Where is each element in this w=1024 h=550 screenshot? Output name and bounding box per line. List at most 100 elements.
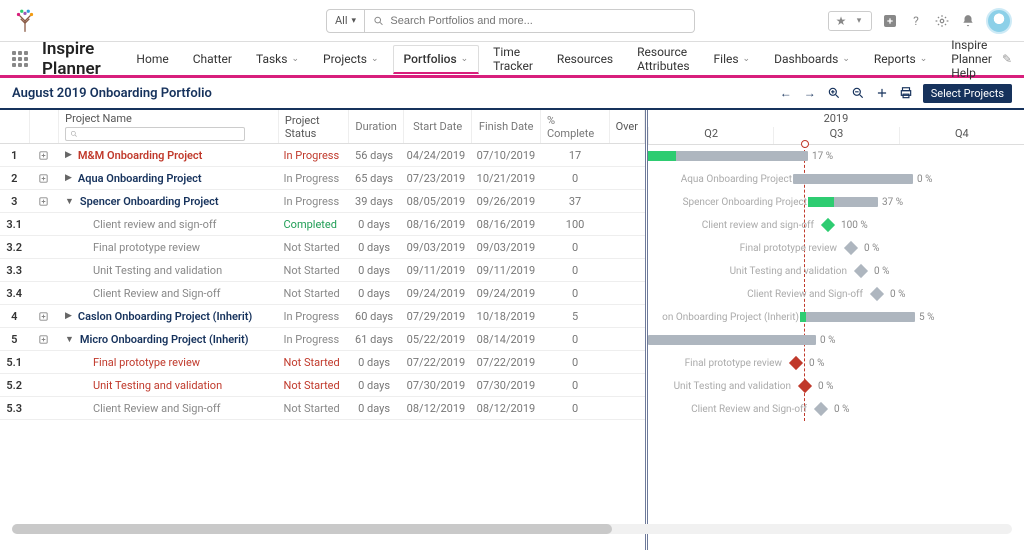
milestone-diamond-icon[interactable]: [814, 402, 828, 416]
user-avatar[interactable]: [986, 8, 1012, 34]
table-row[interactable]: 3▼Spencer Onboarding ProjectIn Progress3…: [0, 190, 645, 213]
row-name[interactable]: Client Review and Sign-off: [59, 287, 278, 300]
nav-tab-chatter[interactable]: Chatter: [183, 46, 242, 72]
col-duration[interactable]: Duration: [349, 110, 403, 143]
milestone-diamond-icon[interactable]: [798, 379, 812, 393]
search-scope-dropdown[interactable]: All ▾: [326, 9, 365, 33]
row-name[interactable]: Final prototype review: [59, 241, 278, 254]
milestone-diamond-icon[interactable]: [870, 287, 884, 301]
col-project-name[interactable]: Project Name: [59, 110, 279, 143]
gantt-row: Unit Testing and validation0 %: [648, 375, 1024, 398]
table-row[interactable]: 5.1Final prototype reviewNot Started0 da…: [0, 351, 645, 374]
name-filter-input[interactable]: [65, 127, 245, 141]
gantt-pct: 0 %: [820, 335, 835, 346]
gantt-bar[interactable]: [800, 312, 915, 322]
nav-tab-time-tracker[interactable]: Time Tracker: [483, 39, 543, 79]
expand-row-button[interactable]: [29, 173, 58, 184]
row-name[interactable]: Client review and sign-off: [59, 218, 278, 231]
favorites-button[interactable]: ★ ▾: [828, 11, 872, 31]
col-overallocation[interactable]: Over: [610, 110, 645, 143]
select-projects-button[interactable]: Select Projects: [923, 84, 1012, 103]
global-search[interactable]: [365, 9, 695, 33]
table-row[interactable]: 5▼Micro Onboarding Project (Inherit)In P…: [0, 328, 645, 351]
app-launcher-icon[interactable]: [12, 51, 28, 67]
add-icon[interactable]: [882, 13, 898, 29]
col-status[interactable]: Project Status: [279, 110, 350, 143]
milestone-diamond-icon[interactable]: [821, 218, 835, 232]
toggle-icon[interactable]: ▼: [65, 334, 74, 345]
nav-tab-resource-attributes[interactable]: Resource Attributes: [627, 39, 699, 79]
nav-tab-resources[interactable]: Resources: [547, 46, 623, 72]
gantt-pct: 37 %: [882, 197, 903, 208]
row-name[interactable]: ▶Aqua Onboarding Project: [59, 172, 278, 185]
expand-row-button[interactable]: [29, 150, 58, 161]
row-name[interactable]: Client Review and Sign-off: [59, 402, 278, 415]
edit-nav-icon[interactable]: ✎: [1002, 52, 1012, 66]
milestone-diamond-icon[interactable]: [789, 356, 803, 370]
toggle-icon[interactable]: ▶: [65, 311, 72, 321]
milestone-diamond-icon[interactable]: [854, 264, 868, 278]
table-row[interactable]: 3.3Unit Testing and validationNot Starte…: [0, 259, 645, 282]
row-name[interactable]: Final prototype review: [59, 356, 278, 369]
gantt-bar[interactable]: [648, 335, 816, 345]
table-row[interactable]: 3.2Final prototype reviewNot Started0 da…: [0, 236, 645, 259]
nav-tab-projects[interactable]: Projects⌄: [313, 46, 389, 72]
row-name[interactable]: ▼Spencer Onboarding Project: [59, 195, 278, 208]
table-row[interactable]: 1▶M&M Onboarding ProjectIn Progress56 da…: [0, 144, 645, 167]
search-input[interactable]: [390, 15, 686, 27]
row-name[interactable]: ▶Caslon Onboarding Project (Inherit): [59, 310, 278, 323]
table-row[interactable]: 2▶Aqua Onboarding ProjectIn Progress65 d…: [0, 167, 645, 190]
table-row[interactable]: 5.2 Unit Testing and validationNot Starte…: [0, 374, 645, 397]
expand-row-button[interactable]: [29, 334, 58, 345]
help-icon[interactable]: ?: [908, 13, 924, 29]
notifications-icon[interactable]: [960, 13, 976, 29]
row-name[interactable]: ▼Micro Onboarding Project (Inherit): [59, 333, 278, 346]
caret-down-icon: ⌄: [291, 54, 299, 64]
gantt-pct: 0 %: [864, 243, 879, 254]
nav-tab-portfolios[interactable]: Portfolios⌄: [393, 45, 480, 74]
gantt-label: Client Review and Sign-off: [747, 289, 863, 300]
zoom-in-button[interactable]: [827, 86, 841, 100]
toggle-icon[interactable]: ▶: [65, 150, 72, 160]
row-start: 08/12/2019: [401, 402, 471, 415]
nav-tab-inspire-planner-help[interactable]: Inspire Planner Help: [941, 32, 1002, 86]
row-index: 5.2: [0, 379, 29, 392]
col-finish-date[interactable]: Finish Date: [472, 110, 541, 143]
gantt-bar[interactable]: [648, 151, 808, 161]
nav-tab-home[interactable]: Home: [126, 46, 178, 72]
row-finish: 10/18/2019: [471, 310, 541, 323]
gantt-bar[interactable]: [808, 197, 878, 207]
row-name[interactable]: ▶M&M Onboarding Project: [59, 149, 278, 162]
gantt-row: ct17 %: [648, 145, 1024, 168]
search-icon: [373, 15, 384, 27]
expand-row-button[interactable]: [29, 311, 58, 322]
col-pct-complete[interactable]: % Complete: [541, 110, 610, 143]
zoom-out-button[interactable]: [851, 86, 865, 100]
row-finish: 09/26/2019: [471, 195, 541, 208]
nav-tab-dashboards[interactable]: Dashboards⌄: [764, 46, 860, 72]
row-status: Not Started: [278, 379, 348, 392]
nav-tab-files[interactable]: Files⌄: [704, 46, 761, 72]
nav-tab-reports[interactable]: Reports⌄: [864, 46, 937, 72]
expand-row-button[interactable]: [29, 196, 58, 207]
nav-back-button[interactable]: ←: [779, 86, 793, 100]
fullscreen-button[interactable]: [875, 86, 889, 100]
scrollbar-thumb[interactable]: [12, 524, 612, 534]
toggle-icon[interactable]: ▶: [65, 173, 72, 183]
table-row[interactable]: 5.3Client Review and Sign-offNot Started…: [0, 397, 645, 420]
row-name[interactable]: Unit Testing and validation: [59, 264, 278, 277]
table-row[interactable]: 3.4Client Review and Sign-offNot Started…: [0, 282, 645, 305]
row-finish: 09/24/2019: [471, 287, 541, 300]
col-start-date[interactable]: Start Date: [404, 110, 473, 143]
toggle-icon[interactable]: ▼: [65, 196, 74, 207]
nav-tab-tasks[interactable]: Tasks⌄: [246, 46, 309, 72]
milestone-diamond-icon[interactable]: [844, 241, 858, 255]
gantt-bar[interactable]: [793, 174, 913, 184]
row-name[interactable]: Unit Testing and validation: [59, 379, 278, 392]
nav-forward-button[interactable]: →: [803, 86, 817, 100]
horizontal-scrollbar[interactable]: [12, 524, 1012, 534]
table-row[interactable]: 3.1Client review and sign-offCompleted0 …: [0, 213, 645, 236]
print-button[interactable]: [899, 86, 913, 100]
settings-icon[interactable]: [934, 13, 950, 29]
table-row[interactable]: 4▶Caslon Onboarding Project (Inherit)In …: [0, 305, 645, 328]
